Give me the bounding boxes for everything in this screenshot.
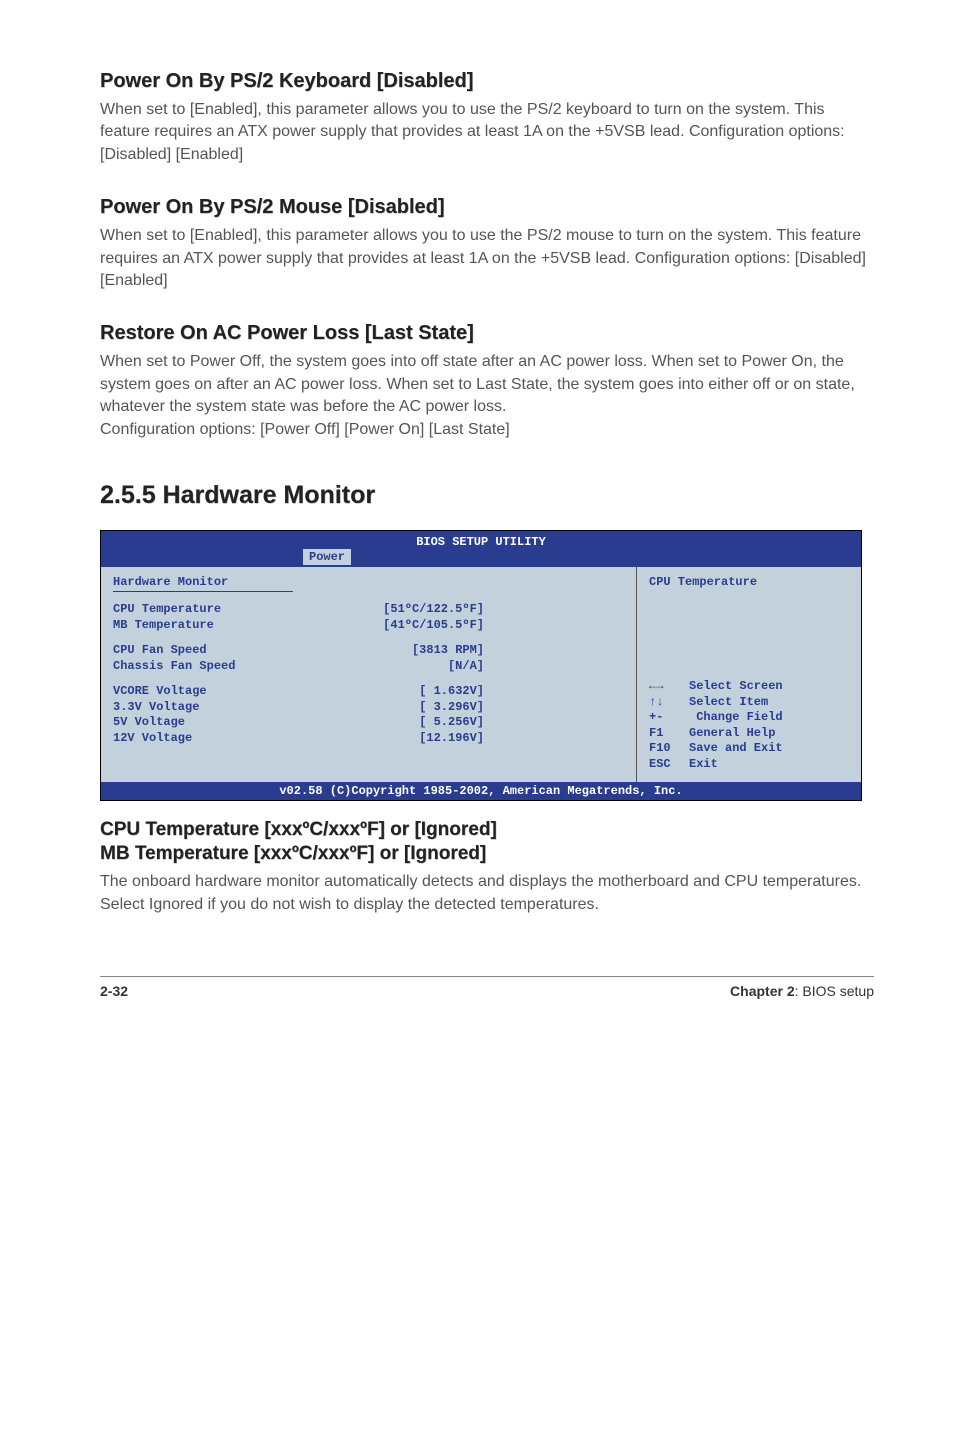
row-label: VCORE Voltage: [113, 684, 207, 698]
hint-key: F10: [649, 741, 689, 757]
table-row: Chassis Fan Speed [N/A]: [113, 659, 624, 675]
heading-ps2-mouse: Power On By PS/2 Mouse [Disabled]: [100, 196, 874, 219]
row-value: [3813 RPM]: [412, 643, 484, 659]
row-value: [ 1.632V]: [419, 684, 484, 700]
paragraph-temp: The onboard hardware monitor automatical…: [100, 871, 874, 916]
table-row: CPU Fan Speed [3813 RPM]: [113, 643, 624, 659]
bios-screenshot: BIOS SETUP UTILITY Power Hardware Monito…: [100, 530, 862, 802]
list-item: ←→Select Screen: [649, 679, 849, 695]
heading-hardware-monitor: 2.5.5 Hardware Monitor: [100, 481, 874, 510]
row-value: [ 5.256V]: [419, 715, 484, 731]
hint-key: ESC: [649, 757, 689, 773]
row-value: [12.196V]: [419, 731, 484, 747]
row-label: 5V Voltage: [113, 715, 185, 729]
row-label: CPU Fan Speed: [113, 643, 207, 657]
table-row: VCORE Voltage [ 1.632V]: [113, 684, 624, 700]
row-label: 12V Voltage: [113, 731, 192, 745]
bios-right-panel: CPU Temperature ←→Select Screen ↑↓Select…: [637, 567, 861, 783]
hint-label: Change Field: [689, 710, 783, 724]
bios-title: BIOS SETUP UTILITY: [103, 535, 859, 549]
hint-label: Exit: [689, 757, 718, 771]
row-value: [N/A]: [448, 659, 484, 675]
list-item: ↑↓Select Item: [649, 695, 849, 711]
chapter-label: Chapter 2: BIOS setup: [730, 983, 874, 999]
row-value: [ 3.296V]: [419, 700, 484, 716]
list-item: F10Save and Exit: [649, 741, 849, 757]
heading-cpu-temp: CPU Temperature [xxxºC/xxxºF] or [Ignore…: [100, 819, 874, 841]
hint-label: Select Item: [689, 695, 768, 709]
hint-key: ←→: [649, 679, 689, 695]
row-value: [41ºC/105.5ºF]: [383, 618, 484, 634]
row-label: CPU Temperature: [113, 602, 221, 616]
list-item: F1General Help: [649, 726, 849, 742]
heading-restore-power: Restore On AC Power Loss [Last State]: [100, 322, 874, 345]
page-footer: 2-32 Chapter 2: BIOS setup: [100, 976, 874, 999]
bios-footer: v02.58 (C)Copyright 1985-2002, American …: [101, 782, 861, 800]
bios-panel-title: Hardware Monitor: [113, 575, 624, 589]
table-row: 3.3V Voltage [ 3.296V]: [113, 700, 624, 716]
hint-label: Save and Exit: [689, 741, 783, 755]
heading-ps2-keyboard: Power On By PS/2 Keyboard [Disabled]: [100, 70, 874, 93]
row-value: [51ºC/122.5ºF]: [383, 602, 484, 618]
hint-key: +-: [649, 710, 689, 726]
paragraph-ps2-keyboard: When set to [Enabled], this parameter al…: [100, 99, 874, 166]
row-label: Chassis Fan Speed: [113, 659, 235, 673]
paragraph-ps2-mouse: When set to [Enabled], this parameter al…: [100, 225, 874, 292]
hint-label: Select Screen: [689, 679, 783, 693]
bios-header: BIOS SETUP UTILITY Power: [101, 531, 861, 567]
list-item: +- Change Field: [649, 710, 849, 726]
bios-help-title: CPU Temperature: [649, 575, 849, 589]
hint-key: ↑↓: [649, 695, 689, 711]
list-item: ESCExit: [649, 757, 849, 773]
hint-label: General Help: [689, 726, 775, 740]
paragraph-restore-power: When set to Power Off, the system goes i…: [100, 351, 874, 441]
table-row: MB Temperature [41ºC/105.5ºF]: [113, 618, 624, 634]
bios-tab-power: Power: [303, 549, 351, 565]
table-row: 5V Voltage [ 5.256V]: [113, 715, 624, 731]
table-row: 12V Voltage [12.196V]: [113, 731, 624, 747]
page-number: 2-32: [100, 983, 128, 999]
bios-left-panel: Hardware Monitor CPU Temperature [51ºC/1…: [101, 567, 637, 783]
hint-key: F1: [649, 726, 689, 742]
row-label: 3.3V Voltage: [113, 700, 199, 714]
table-row: CPU Temperature [51ºC/122.5ºF]: [113, 602, 624, 618]
bios-panel-underline: [113, 591, 293, 592]
bios-hints: ←→Select Screen ↑↓Select Item +- Change …: [649, 679, 849, 773]
heading-mb-temp: MB Temperature [xxxºC/xxxºF] or [Ignored…: [100, 843, 874, 865]
row-label: MB Temperature: [113, 618, 214, 632]
